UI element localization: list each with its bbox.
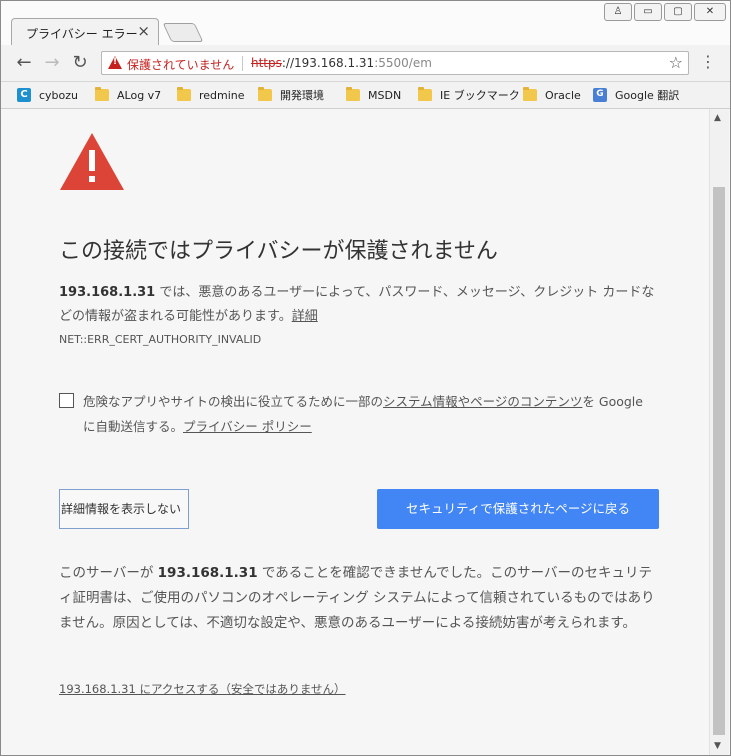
folder-icon bbox=[346, 87, 360, 101]
url-text[interactable]: https://193.168.1.31:5500/em bbox=[251, 56, 432, 70]
tab-privacy-error[interactable]: プライバシー エラー × bbox=[11, 18, 159, 45]
privacy-policy-link[interactable]: プライバシー ポリシー bbox=[183, 419, 312, 434]
checkbox-text: 危険なアプリやサイトの検出に役立てるために一部の bbox=[83, 394, 384, 409]
folder-icon bbox=[177, 87, 191, 101]
proceed-unsafe-link[interactable]: 193.168.1.31 にアクセスする（安全ではありません） bbox=[59, 681, 346, 697]
bookmark-cybozu[interactable]: C cybozu bbox=[17, 87, 78, 103]
browser-window: プライバシー エラー × ♙ ▭ ▢ ✕ ← → ↻ 保護されていません htt… bbox=[0, 0, 731, 756]
bookmarks-bar: C cybozu ALog v7 redmine 開発環境 MSDN IE ブッ… bbox=[1, 82, 730, 109]
bookmark-redmine[interactable]: redmine bbox=[177, 87, 245, 103]
bookmark-label: redmine bbox=[199, 88, 245, 102]
interstitial-page: この接続ではプライバシーが保護されません 193.168.1.31 では、悪意の… bbox=[1, 109, 709, 755]
bookmark-oracle[interactable]: Oracle bbox=[523, 87, 581, 103]
bookmark-dev-env[interactable]: 開発環境 bbox=[258, 87, 324, 103]
bookmark-google-translate[interactable]: G Google 翻訳 bbox=[593, 87, 679, 103]
toolbar: ← → ↻ 保護されていません https://193.168.1.31:550… bbox=[1, 45, 730, 82]
bookmark-label: Google 翻訳 bbox=[615, 89, 680, 102]
bookmark-label: MSDN bbox=[368, 88, 402, 102]
folder-icon bbox=[523, 87, 537, 101]
vertical-scrollbar[interactable]: ▲ ▼ bbox=[709, 109, 729, 755]
extended-reporting-label: 危険なアプリやサイトの検出に役立てるために一部のシステム情報やページのコンテンツ… bbox=[83, 389, 643, 439]
bookmark-label: IE ブックマーク bbox=[440, 89, 520, 102]
url-path: :5500/em bbox=[374, 56, 432, 70]
folder-icon bbox=[258, 87, 272, 101]
system-info-link[interactable]: システム情報やページのコンテンツ bbox=[383, 394, 582, 409]
security-status[interactable]: 保護されていません bbox=[127, 56, 234, 73]
maximize-button[interactable]: ▢ bbox=[664, 3, 692, 21]
bookmark-label: 開発環境 bbox=[280, 89, 324, 102]
bookmark-star-icon[interactable]: ☆ bbox=[669, 53, 683, 72]
hide-details-button[interactable]: 詳細情報を表示しない bbox=[59, 489, 189, 529]
new-tab-button[interactable] bbox=[162, 23, 204, 42]
google-translate-icon: G bbox=[593, 88, 607, 102]
bookmark-ie-favorites[interactable]: IE ブックマーク bbox=[418, 87, 520, 103]
host-name: 193.168.1.31 bbox=[59, 285, 156, 300]
folder-icon bbox=[95, 87, 109, 101]
scroll-down-icon[interactable]: ▼ bbox=[714, 741, 721, 751]
url-separator: :// bbox=[281, 56, 295, 70]
user-profile-icon[interactable]: ♙ bbox=[604, 3, 632, 21]
bookmark-alog[interactable]: ALog v7 bbox=[95, 87, 161, 103]
details-link[interactable]: 詳細 bbox=[292, 309, 318, 324]
chrome-menu-icon[interactable]: ⋮ bbox=[700, 54, 716, 70]
folder-icon bbox=[418, 87, 432, 101]
tab-close-icon[interactable]: × bbox=[137, 22, 150, 40]
not-secure-warning-icon[interactable] bbox=[108, 56, 122, 69]
url-host: 193.168.1.31 bbox=[294, 56, 375, 70]
back-button[interactable]: ← bbox=[13, 52, 35, 74]
cybozu-icon: C bbox=[17, 88, 31, 102]
scrollbar-thumb[interactable] bbox=[713, 187, 725, 735]
close-window-button[interactable]: ✕ bbox=[694, 3, 726, 21]
explanation-text: このサーバーが bbox=[59, 565, 158, 581]
details-explanation: このサーバーが 193.168.1.31 であることを確認できませんでした。この… bbox=[59, 561, 663, 636]
bookmark-label: Oracle bbox=[545, 88, 581, 102]
error-code: NET::ERR_CERT_AUTHORITY_INVALID bbox=[59, 333, 262, 346]
url-scheme: https bbox=[251, 56, 282, 70]
forward-button[interactable]: → bbox=[41, 52, 63, 74]
window-controls: ♙ ▭ ▢ ✕ bbox=[604, 3, 726, 21]
omnibox-divider bbox=[242, 56, 243, 71]
bookmark-msdn[interactable]: MSDN bbox=[346, 87, 401, 103]
tab-title: プライバシー エラー bbox=[26, 27, 138, 41]
page-title: この接続ではプライバシーが保護されません bbox=[59, 239, 498, 264]
back-to-safety-button[interactable]: セキュリティで保護されたページに戻る bbox=[377, 489, 659, 529]
scroll-up-icon[interactable]: ▲ bbox=[714, 113, 721, 123]
bookmark-label: cybozu bbox=[39, 88, 79, 102]
host-name: 193.168.1.31 bbox=[157, 565, 258, 581]
warning-triangle-icon bbox=[60, 133, 124, 190]
error-description: 193.168.1.31 では、悪意のあるユーザーによって、パスワード、メッセー… bbox=[59, 281, 659, 329]
extended-reporting-checkbox[interactable] bbox=[59, 393, 74, 408]
reload-button[interactable]: ↻ bbox=[69, 52, 91, 74]
minimize-button[interactable]: ▭ bbox=[634, 3, 662, 21]
address-bar[interactable]: 保護されていません https://193.168.1.31:5500/em ☆ bbox=[101, 51, 689, 75]
bookmark-label: ALog v7 bbox=[117, 88, 162, 102]
tab-strip: プライバシー エラー × ♙ ▭ ▢ ✕ bbox=[1, 1, 730, 45]
